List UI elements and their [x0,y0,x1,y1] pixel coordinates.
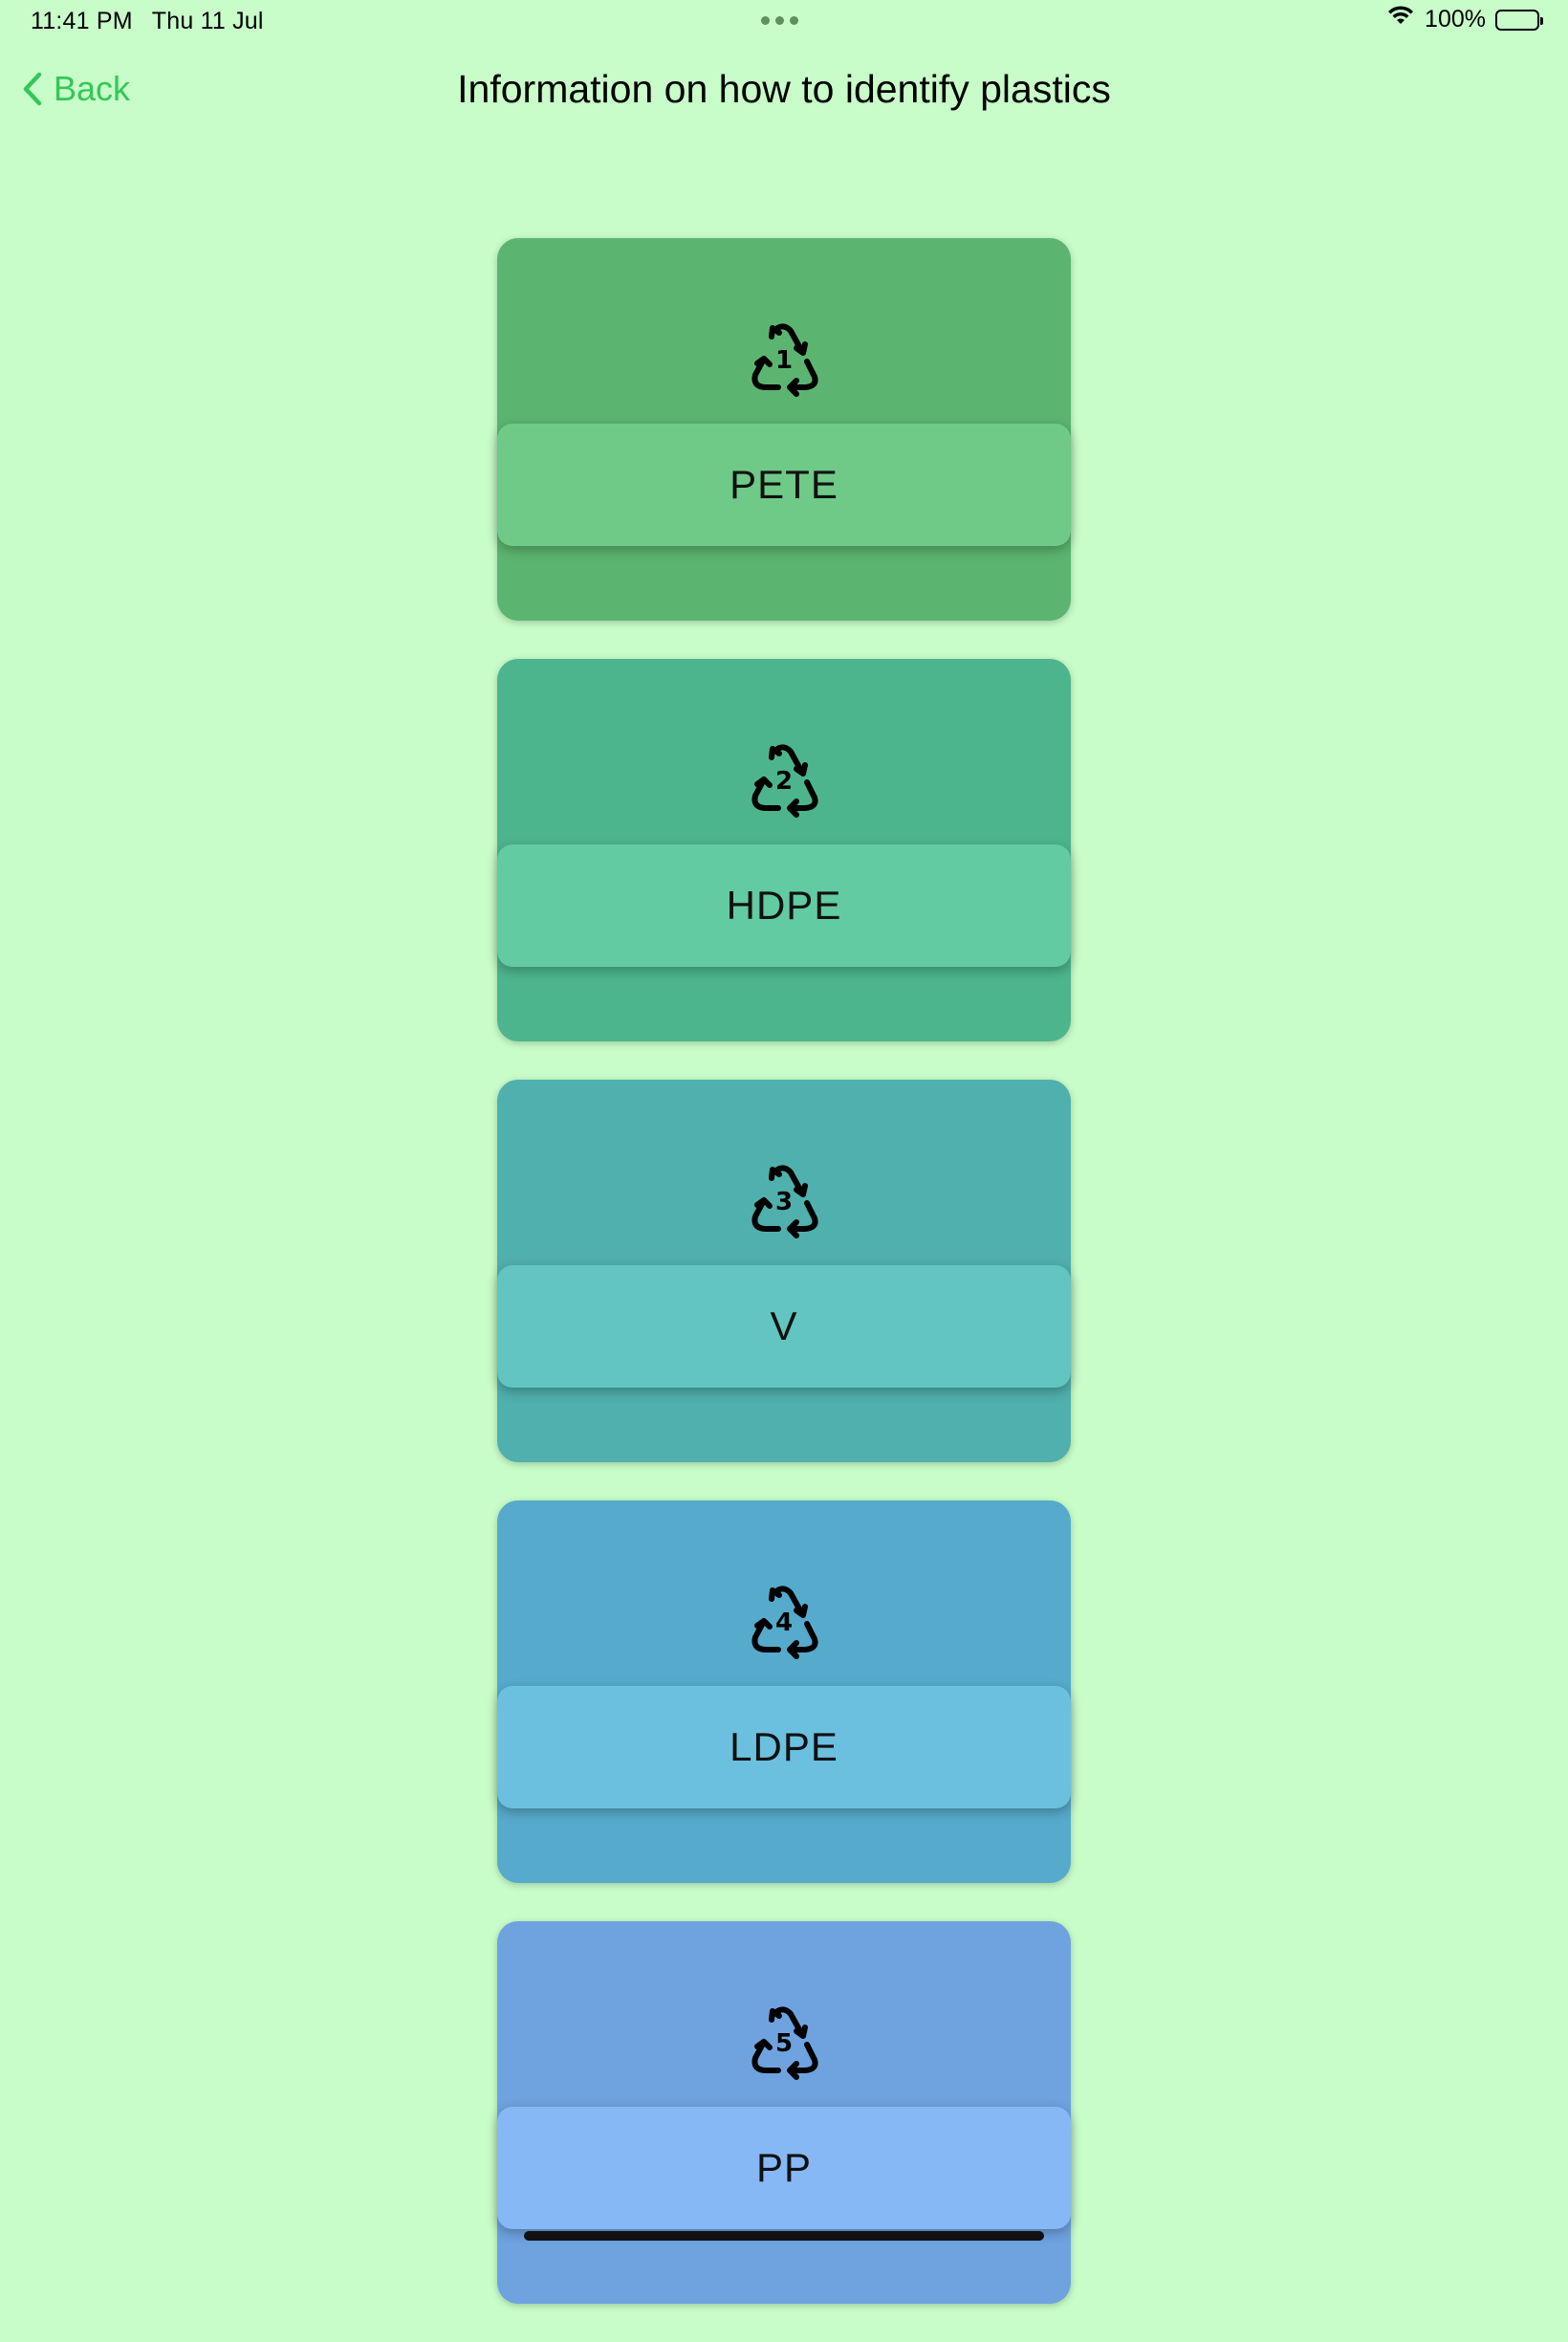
status-indicators: 100% [1386,6,1543,33]
plastic-card-v[interactable]: 3 V [497,1080,1071,1462]
multitasking-dots-icon[interactable] [761,16,798,25]
recycle-5-icon: 5 [744,2003,824,2083]
plastic-card-list: 1 PETE 2 HDPE 3 V 4 LDPE 5 PP [497,238,1071,2342]
status-time: 11:41 PM [31,8,133,34]
battery-percentage: 100% [1425,6,1486,33]
plastic-label-v: V [497,1265,1071,1388]
plastic-label-hdpe: HDPE [497,844,1071,967]
status-time-date: 11:41 PM Thu 11 Jul [31,8,264,35]
plastic-label-ldpe: LDPE [497,1686,1071,1808]
status-date: Thu 11 Jul [151,8,264,34]
recycle-code-4: 4 [775,1609,793,1637]
plastic-card-hdpe[interactable]: 2 HDPE [497,659,1071,1041]
plastic-label-pp: PP [497,2107,1071,2229]
recycle-code-1: 1 [775,346,793,375]
recycle-2-icon: 2 [744,740,824,821]
plastic-card-pete[interactable]: 1 PETE [497,238,1071,621]
battery-icon [1495,9,1543,31]
recycle-3-icon: 3 [744,1161,824,1241]
plastic-card-ldpe[interactable]: 4 LDPE [497,1500,1071,1883]
plastic-label-pete: PETE [497,424,1071,546]
plastic-card-pp[interactable]: 5 PP [497,1921,1071,2304]
status-bar: 11:41 PM Thu 11 Jul 100% [0,0,1568,46]
wifi-icon [1386,6,1415,33]
recycle-code-3: 3 [775,1188,793,1216]
home-indicator[interactable] [524,2231,1044,2241]
recycle-code-5: 5 [775,2029,793,2058]
recycle-4-icon: 4 [744,1582,824,1662]
recycle-code-2: 2 [775,767,793,796]
page-title: Information on how to identify plastics [457,67,1111,111]
recycle-1-icon: 1 [744,319,824,400]
